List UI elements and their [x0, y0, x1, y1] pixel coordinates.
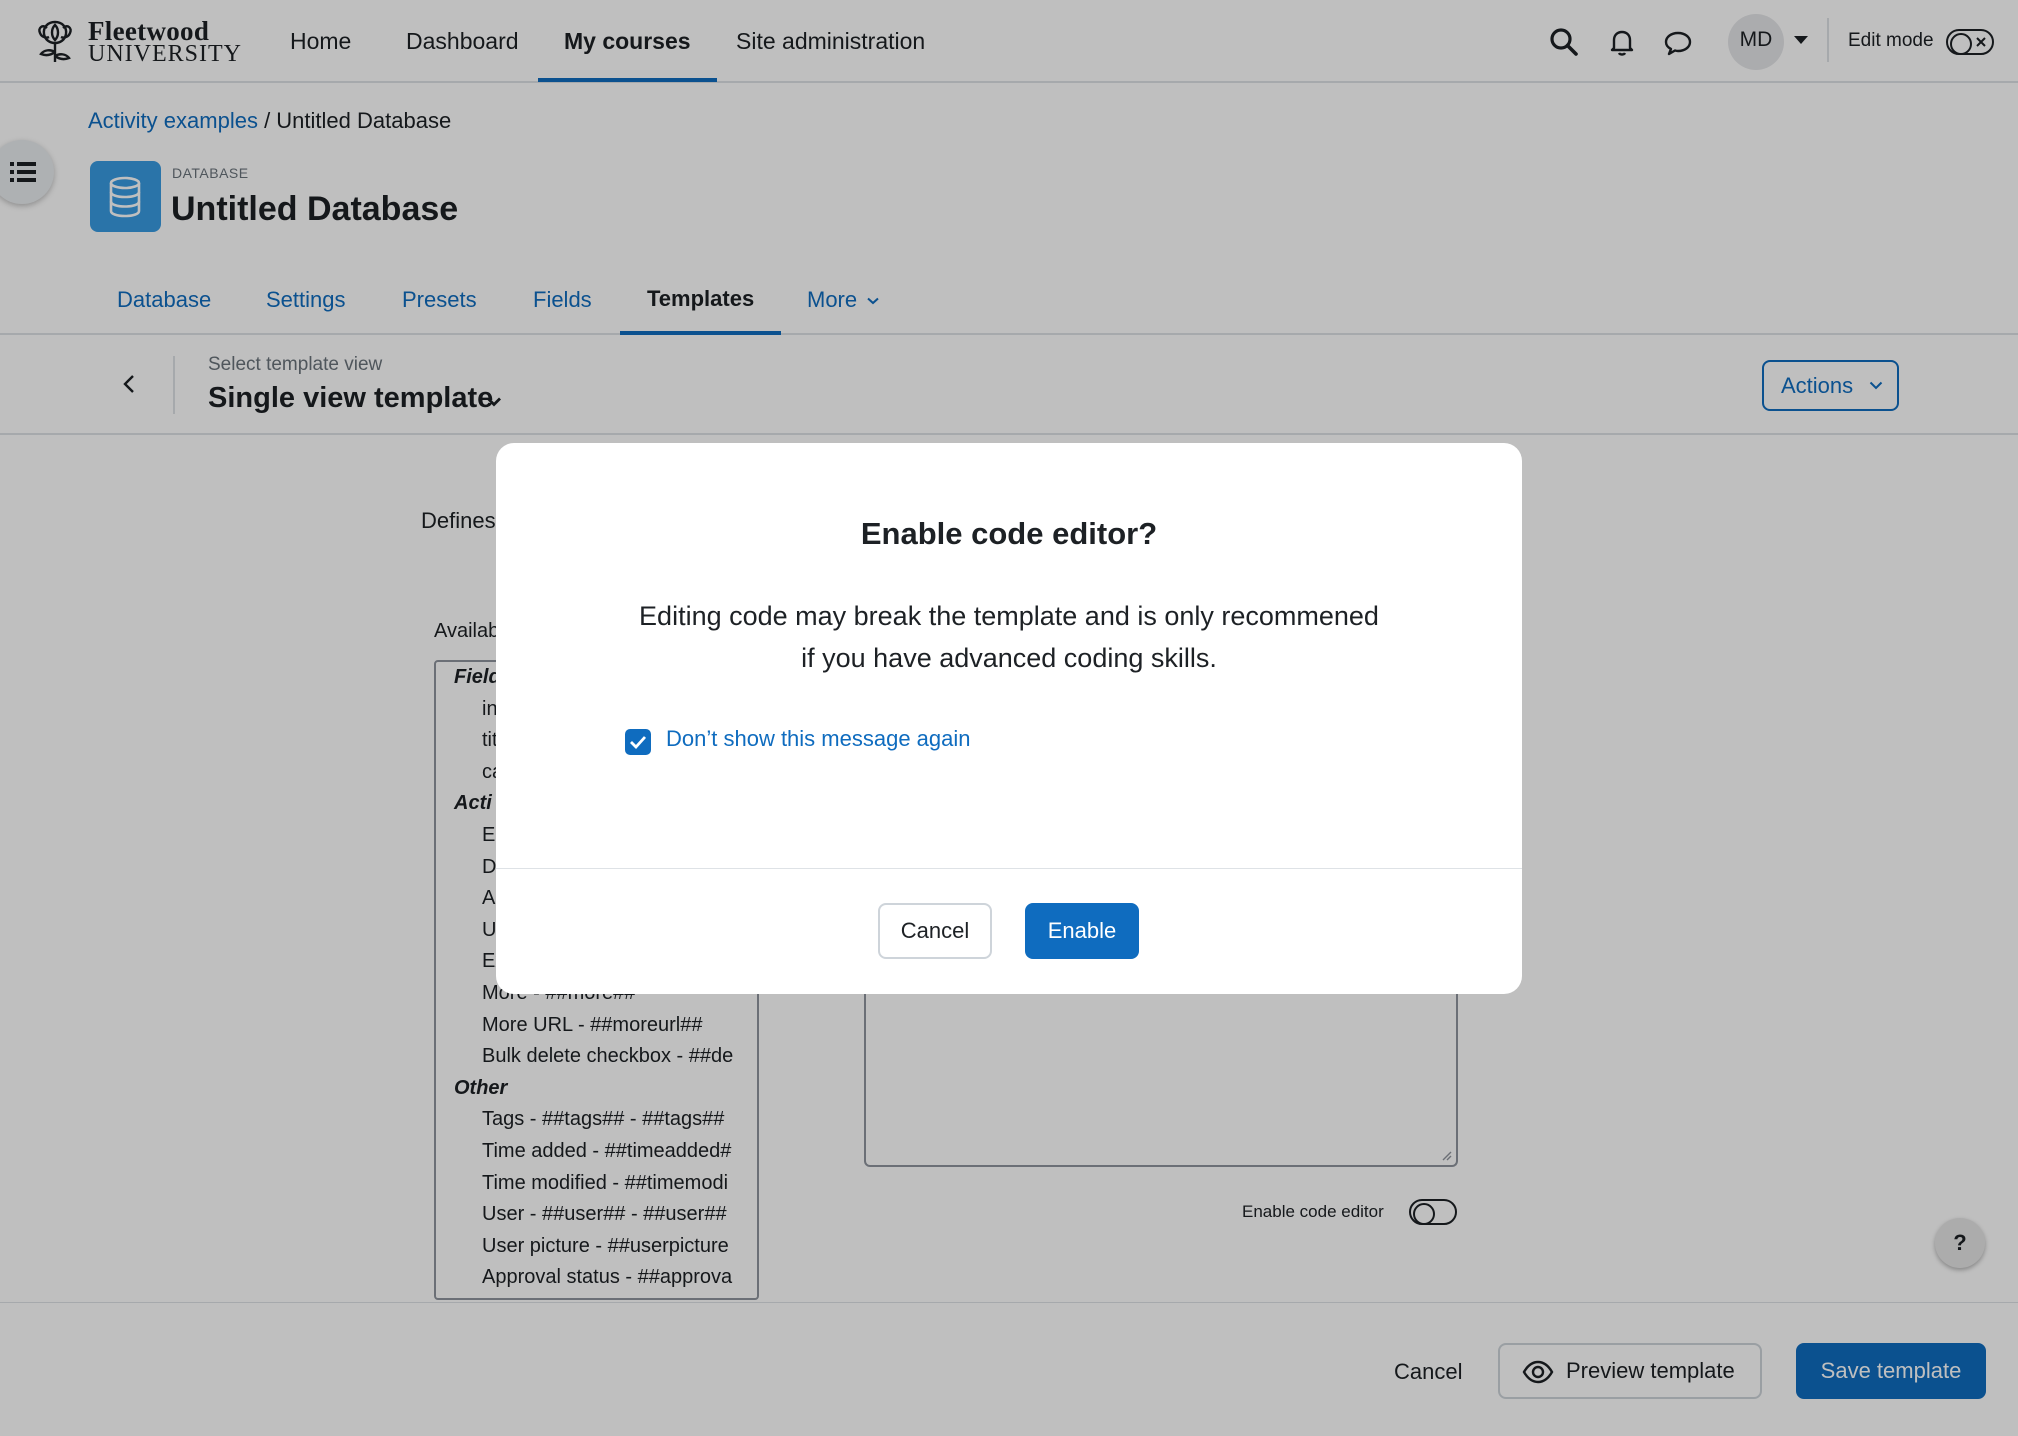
checkmark-icon	[630, 736, 647, 750]
dialog-message-line-2: if you have advanced coding skills.	[801, 643, 1217, 673]
dialog-cancel-button[interactable]: Cancel	[878, 903, 992, 959]
dialog-enable-button[interactable]: Enable	[1025, 903, 1139, 959]
dont-show-again-label[interactable]: Don’t show this message again	[666, 726, 971, 752]
dialog-message: Editing code may break the template and …	[596, 595, 1422, 679]
dialog-title: Enable code editor?	[860, 516, 1158, 551]
dialog-message-line-1: Editing code may break the template and …	[639, 601, 1379, 631]
enable-code-editor-dialog: Enable code editor? Editing code may bre…	[496, 443, 1522, 994]
dialog-footer-divider	[496, 868, 1522, 869]
dont-show-again-checkbox[interactable]	[625, 729, 651, 755]
